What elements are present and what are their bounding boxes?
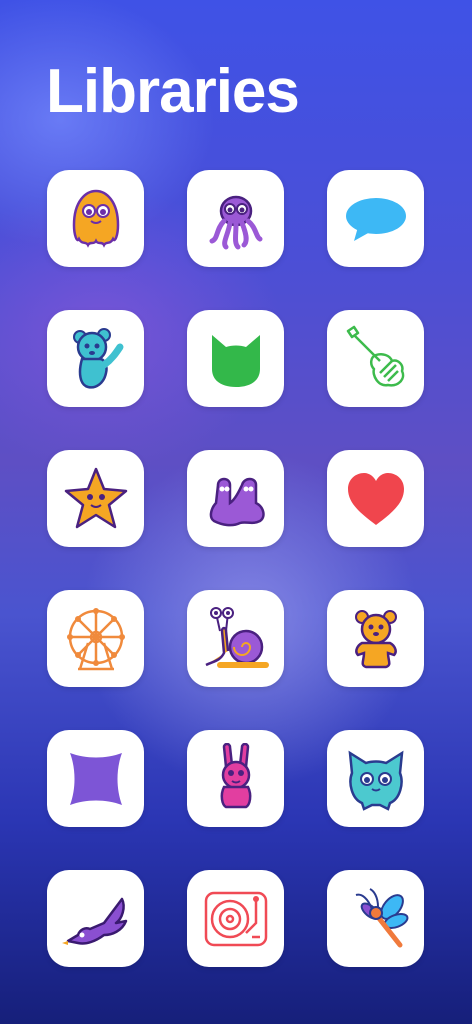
library-tile-heart[interactable]	[327, 450, 424, 547]
library-tile-speech-bubble[interactable]	[327, 170, 424, 267]
pink-bunny-icon	[220, 742, 251, 808]
library-tile-bunny[interactable]	[187, 730, 284, 827]
library-tile-cat[interactable]	[187, 310, 284, 407]
purple-squircle-icon	[69, 752, 122, 805]
library-tile-bird[interactable]	[47, 870, 144, 967]
ferris-wheel-icon	[66, 607, 125, 670]
orange-bear-icon	[354, 609, 397, 668]
library-tile-turntable[interactable]	[187, 870, 284, 967]
snail-icon	[204, 606, 269, 668]
library-tile-snail[interactable]	[187, 590, 284, 687]
orange-star-icon	[64, 467, 127, 528]
library-tile-dragonfly[interactable]	[327, 870, 424, 967]
green-cat-head-icon	[211, 334, 260, 387]
teal-cat-creature-icon	[348, 750, 403, 811]
library-grid	[47, 170, 424, 967]
teal-bear-icon	[72, 327, 123, 389]
library-tile-squircle[interactable]	[47, 730, 144, 827]
turntable-icon	[204, 891, 267, 946]
dragonfly-icon	[355, 887, 408, 947]
library-tile-teal-bear[interactable]	[47, 310, 144, 407]
library-tile-guitar[interactable]	[327, 310, 424, 407]
library-tile-octopus[interactable]	[187, 170, 284, 267]
page-title: Libraries	[46, 57, 300, 126]
purple-octopus-icon	[209, 195, 262, 249]
speech-bubble-icon	[345, 197, 406, 241]
library-tile-ferris-wheel[interactable]	[47, 590, 144, 687]
purple-blob-monster-icon	[209, 477, 265, 526]
library-tile-ghost[interactable]	[47, 170, 144, 267]
red-heart-icon	[347, 472, 404, 525]
guitar-icon	[346, 325, 404, 387]
library-tile-star[interactable]	[47, 450, 144, 547]
library-tile-orange-bear[interactable]	[327, 590, 424, 687]
library-tile-blob-monsters[interactable]	[187, 450, 284, 547]
orange-ghost-monster-icon	[72, 189, 119, 248]
library-tile-teal-creature[interactable]	[327, 730, 424, 827]
purple-bird-icon	[61, 897, 127, 945]
